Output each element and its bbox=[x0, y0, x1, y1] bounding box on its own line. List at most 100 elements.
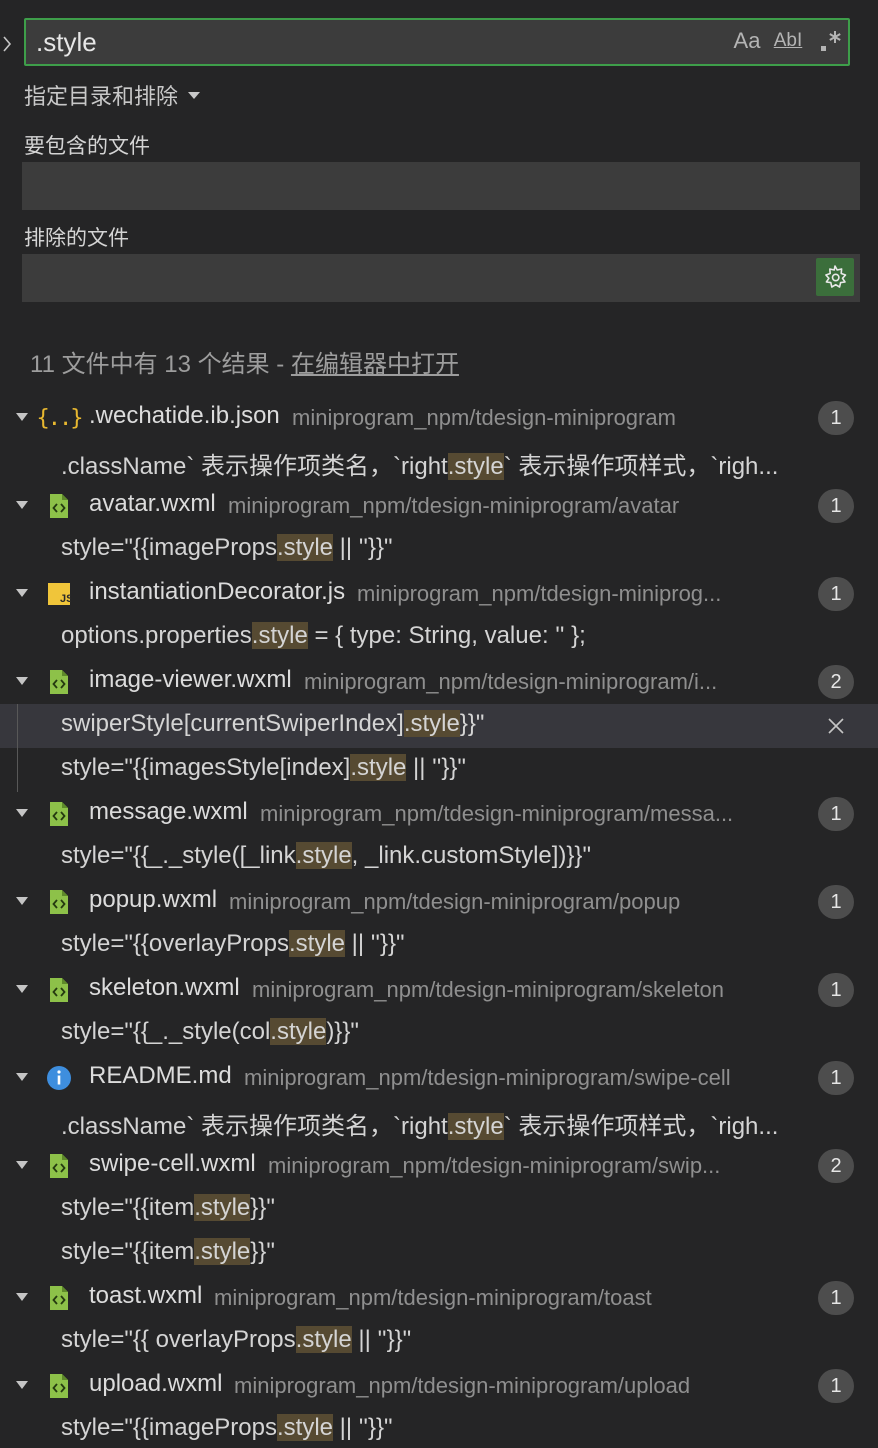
result-match-row[interactable]: swiperStyle[currentSwiperIndex].style}}" bbox=[0, 704, 878, 748]
chevron-down-icon[interactable] bbox=[16, 897, 28, 905]
match-case-toggle[interactable]: Aa bbox=[731, 26, 763, 56]
chevron-down-icon[interactable] bbox=[16, 1381, 28, 1389]
result-file-path: miniprogram_npm/tdesign-miniprogram/swip… bbox=[244, 1065, 731, 1090]
result-file-row[interactable]: skeleton.wxml miniprogram_npm/tdesign-min… bbox=[0, 968, 878, 1012]
result-file-row[interactable]: toast.wxml miniprogram_npm/tdesign-minipr… bbox=[0, 1276, 878, 1320]
exclude-files-input[interactable] bbox=[22, 254, 860, 302]
result-file-path: miniprogram_npm/tdesign-miniprogram/popu… bbox=[229, 889, 681, 914]
result-file-row[interactable]: avatar.wxml miniprogram_npm/tdesign-minip… bbox=[0, 484, 878, 528]
match-count-badge: 1 bbox=[818, 1281, 854, 1315]
match-highlight: .style bbox=[350, 754, 407, 781]
chevron-down-icon[interactable] bbox=[16, 1293, 28, 1301]
result-file-name: .wechatide.ib.json bbox=[89, 402, 280, 429]
match-text: .className` 表示操作项类名，`right.style` 表示操作项样… bbox=[61, 1106, 778, 1141]
match-context: swiperStyle[currentSwiperIndex] bbox=[61, 710, 404, 737]
match-context: || ''}}" bbox=[333, 534, 393, 561]
match-context: style="{{imagesStyle[index] bbox=[61, 754, 351, 781]
match-highlight: .style bbox=[447, 453, 504, 480]
match-text: style="{{imageProps.style || ''}}" bbox=[61, 1414, 393, 1442]
chevron-down-icon[interactable] bbox=[16, 1073, 28, 1081]
result-file-row[interactable]: image-viewer.wxml miniprogram_npm/tdesign… bbox=[0, 660, 878, 704]
result-match-row[interactable]: options.properties.style = { type: Strin… bbox=[0, 616, 878, 660]
match-context: || ''}}" bbox=[345, 930, 405, 957]
result-file-row[interactable]: swipe-cell.wxml miniprogram_npm/tdesign-m… bbox=[0, 1144, 878, 1188]
match-highlight: .style bbox=[276, 1414, 333, 1441]
tree-indent-guide bbox=[17, 704, 18, 792]
result-file-row[interactable]: README.md miniprogram_npm/tdesign-minipro… bbox=[0, 1056, 878, 1100]
wxml-icon bbox=[44, 888, 74, 916]
result-match-row[interactable]: .className` 表示操作项类名，`right.style` 表示操作项样… bbox=[0, 1100, 878, 1144]
chevron-down-icon[interactable] bbox=[16, 501, 28, 509]
regex-toggle-icon[interactable] bbox=[816, 26, 846, 56]
result-file-path: miniprogram_npm/tdesign-miniprogram/uplo… bbox=[234, 1373, 691, 1398]
search-input[interactable] bbox=[36, 20, 726, 64]
match-highlight: .style bbox=[270, 1018, 327, 1045]
result-match-row[interactable]: .className` 表示操作项类名，`right.style` 表示操作项样… bbox=[0, 440, 878, 484]
use-exclude-settings-button[interactable] bbox=[816, 258, 854, 296]
match-context: ` 表示操作项样式，`righ... bbox=[503, 453, 779, 480]
match-context: )}}" bbox=[326, 1018, 359, 1045]
match-count-badge: 2 bbox=[818, 1149, 854, 1183]
result-file-name: swipe-cell.wxml bbox=[89, 1150, 256, 1177]
match-highlight: .style bbox=[295, 1326, 352, 1353]
chevron-down-icon[interactable] bbox=[16, 589, 28, 597]
search-results-tree: {..} .wechatide.ib.json miniprogram_npm/td… bbox=[0, 396, 878, 1448]
match-count-badge: 1 bbox=[818, 577, 854, 611]
result-match-row[interactable]: style="{{_._style([_link.style, _link.cu… bbox=[0, 836, 878, 880]
match-highlight: .style bbox=[403, 710, 460, 737]
match-count-badge: 1 bbox=[818, 1061, 854, 1095]
include-files-input[interactable] bbox=[22, 162, 860, 210]
search-details-label: 指定目录和排除 bbox=[24, 84, 179, 109]
chevron-down-icon[interactable] bbox=[16, 413, 28, 421]
result-file-path: miniprogram_npm/tdesign-miniprogram/mess… bbox=[260, 801, 734, 826]
match-highlight: .style bbox=[194, 1238, 251, 1265]
result-match-row[interactable]: style="{{item.style}}" bbox=[0, 1232, 878, 1276]
match-context: }}" bbox=[459, 710, 485, 737]
whole-word-toggle[interactable]: AbI bbox=[772, 26, 804, 56]
result-match-row[interactable]: style="{{imageProps.style || ''}}" bbox=[0, 528, 878, 572]
dismiss-match-close-icon[interactable] bbox=[824, 714, 848, 738]
result-file-name: upload.wxml bbox=[89, 1370, 223, 1397]
match-count-badge: 1 bbox=[818, 973, 854, 1007]
match-context: style="{{item bbox=[61, 1238, 195, 1265]
result-file-row[interactable]: message.wxml miniprogram_npm/tdesign-mini… bbox=[0, 792, 878, 836]
open-in-editor-link[interactable]: 在编辑器中打开 bbox=[291, 351, 459, 378]
results-summary: 11 文件中有 13 个结果 - 在编辑器中打开 bbox=[30, 344, 459, 379]
result-match-row[interactable]: style="{{ overlayProps.style || ''}}" bbox=[0, 1320, 878, 1364]
result-file-row[interactable]: popup.wxml miniprogram_npm/tdesign-minipr… bbox=[0, 880, 878, 924]
match-text: style="{{_._style([_link.style, _link.cu… bbox=[61, 842, 591, 870]
match-context: }}" bbox=[250, 1194, 275, 1221]
wxml-icon bbox=[44, 1284, 74, 1312]
search-details-toggle[interactable]: 指定目录和排除 bbox=[24, 80, 201, 110]
match-text: swiperStyle[currentSwiperIndex].style}}" bbox=[61, 710, 484, 738]
result-file-row[interactable]: {..} .wechatide.ib.json miniprogram_npm/td… bbox=[0, 396, 878, 440]
info-icon bbox=[44, 1064, 74, 1092]
result-file-name: README.md bbox=[89, 1062, 232, 1089]
match-text: style="{{imageProps.style || ''}}" bbox=[61, 534, 393, 562]
match-count-badge: 2 bbox=[818, 665, 854, 699]
chevron-down-icon[interactable] bbox=[16, 809, 28, 817]
chevron-down-icon[interactable] bbox=[16, 677, 28, 685]
wxml-icon bbox=[44, 1152, 74, 1180]
result-file-path: miniprogram_npm/tdesign-miniprogram/i... bbox=[304, 669, 718, 694]
result-match-row[interactable]: style="{{_._style(col.style)}}" bbox=[0, 1012, 878, 1056]
exclude-files-label: 排除的文件 bbox=[24, 227, 129, 250]
result-file-path: miniprogram_npm/tdesign-miniprog... bbox=[357, 581, 722, 606]
result-match-row[interactable]: style="{{overlayProps.style || ''}}" bbox=[0, 924, 878, 968]
result-match-row[interactable]: style="{{imagesStyle[index].style || ''}… bbox=[0, 748, 878, 792]
chevron-down-icon[interactable] bbox=[16, 985, 28, 993]
match-text: style="{{overlayProps.style || ''}}" bbox=[61, 930, 405, 958]
result-match-row[interactable]: style="{{imageProps.style || ''}}" bbox=[0, 1408, 878, 1448]
search-box: Aa AbI bbox=[24, 18, 850, 66]
result-file-row[interactable]: upload.wxml miniprogram_npm/tdesign-minip… bbox=[0, 1364, 878, 1408]
result-file-name: popup.wxml bbox=[89, 886, 218, 913]
match-text: style="{{_._style(col.style)}}" bbox=[61, 1018, 359, 1046]
match-highlight: .style bbox=[288, 930, 345, 957]
match-text: style="{{ overlayProps.style || ''}}" bbox=[61, 1326, 411, 1354]
result-file-path: miniprogram_npm/tdesign-miniprogram/skel… bbox=[252, 977, 724, 1002]
result-file-row[interactable]: JS instantiationDecorator.js miniprogram_n… bbox=[0, 572, 878, 616]
result-match-row[interactable]: style="{{item.style}}" bbox=[0, 1188, 878, 1232]
toggle-replace-chevron-icon[interactable] bbox=[0, 30, 14, 58]
chevron-down-icon[interactable] bbox=[16, 1161, 28, 1169]
result-file-name: image-viewer.wxml bbox=[89, 666, 292, 693]
